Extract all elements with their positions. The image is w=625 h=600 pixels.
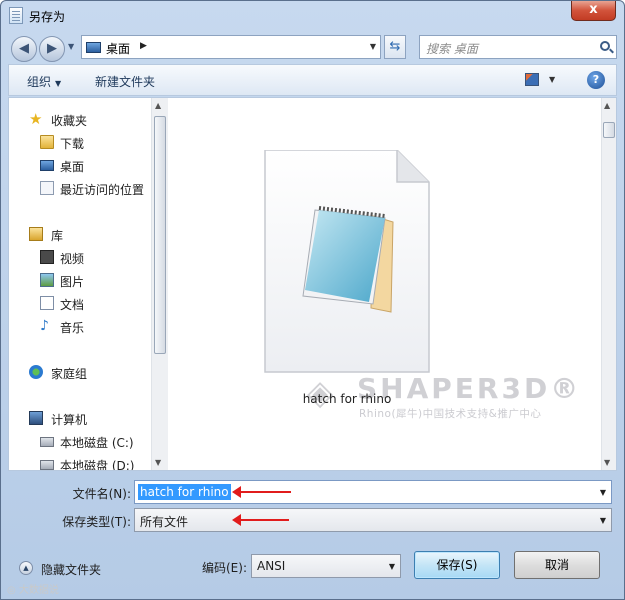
filetype-label: 保存类型(T): <box>62 515 131 529</box>
sidebar-item-videos[interactable]: 视频 <box>9 247 149 267</box>
encoding-value: ANSI <box>257 559 286 573</box>
file-list-scrollbar[interactable]: ▲ ▼ <box>601 98 616 470</box>
file-item[interactable]: ◈ SHAPER3D® Rhino(犀牛)中国技术支持&推广中心 hatch f… <box>257 149 578 420</box>
chevron-down-icon[interactable]: ▼ <box>600 488 606 497</box>
navigation-pane[interactable]: ★ 收藏夹 下载 桌面 最近访问的位置 库 视频 图片 文档 ♪ 音乐 家庭组 … <box>9 98 159 470</box>
computer-icon <box>29 411 43 425</box>
sidebar-item-music[interactable]: ♪ 音乐 <box>9 316 149 336</box>
filename-field[interactable]: hatch for rhino ▼ <box>134 480 612 504</box>
scroll-down-arrow[interactable]: ▼ <box>155 458 161 467</box>
navigation-scrollbar[interactable]: ▲ ▼ <box>151 98 168 470</box>
view-options-dropdown[interactable]: ▼ <box>549 75 555 84</box>
sidebar-item-label: 家庭组 <box>51 367 88 381</box>
sidebar-item-label: 计算机 <box>51 413 88 427</box>
annotation-arrow <box>232 486 291 498</box>
filename-value[interactable]: hatch for rhino <box>138 484 231 500</box>
browser-panes: ★ 收藏夹 下载 桌面 最近访问的位置 库 视频 图片 文档 ♪ 音乐 家庭组 … <box>8 97 617 471</box>
window-title: 另存为 <box>29 10 66 24</box>
recent-places-icon <box>40 181 54 195</box>
annotation-arrow <box>232 514 289 526</box>
sidebar-item-disk-c[interactable]: 本地磁盘 (C:) <box>9 431 149 451</box>
sidebar-item-downloads[interactable]: 下载 <box>9 132 149 152</box>
new-folder-button[interactable]: 新建文件夹 <box>95 73 155 90</box>
sidebar-item-disk-d[interactable]: 本地磁盘 (D:) <box>9 454 149 470</box>
search-icon[interactable] <box>600 41 610 51</box>
sidebar-item-label: 收藏夹 <box>51 114 88 128</box>
save-button[interactable]: 保存(S) <box>414 551 500 579</box>
watermark-credit-text: 大数据说 <box>18 585 59 596</box>
watermark-credit: ◎ 大数据说 <box>7 585 59 596</box>
scroll-thumb[interactable] <box>603 122 615 138</box>
download-folder-icon <box>40 135 54 149</box>
chevron-down-icon: ▼ <box>55 79 62 88</box>
address-location[interactable]: 桌面 <box>106 40 130 57</box>
notepad-icon <box>9 7 23 24</box>
documents-icon <box>40 296 54 310</box>
sidebar-item-homegroup[interactable]: 家庭组 <box>9 362 149 382</box>
help-icon[interactable]: ? <box>587 71 605 89</box>
organize-menu[interactable]: 组织 ▼ <box>27 73 61 90</box>
sidebar-item-pictures[interactable]: 图片 <box>9 270 149 290</box>
chevron-down-icon: ▼ <box>388 562 395 571</box>
disk-icon <box>40 437 54 447</box>
address-dropdown[interactable]: ▼ <box>370 42 376 51</box>
text-file-icon <box>264 149 430 373</box>
desktop-icon <box>86 42 101 53</box>
save-as-dialog: 另存为 x ◀ ▶ ▼ 桌面 ▶ ▼ ⇆ 搜索 桌面 组织 ▼ 新建文件夹 ▼ ?… <box>0 0 625 600</box>
library-icon <box>29 227 43 241</box>
chevron-right-icon[interactable]: ▶ <box>140 41 147 51</box>
homegroup-icon <box>29 365 43 379</box>
music-icon: ♪ <box>40 318 49 334</box>
file-name-label: hatch for rhino <box>302 392 392 406</box>
toolbar: 组织 ▼ 新建文件夹 ▼ ? <box>8 64 617 96</box>
sidebar-item-label: 桌面 <box>60 160 85 174</box>
watermark-subtitle: Rhino(犀牛)中国技术支持&推广中心 <box>359 408 542 420</box>
file-list-pane[interactable]: ◈ SHAPER3D® Rhino(犀牛)中国技术支持&推广中心 hatch f… <box>169 98 601 470</box>
search-placeholder: 搜索 桌面 <box>426 42 478 56</box>
sidebar-item-documents[interactable]: 文档 <box>9 293 149 313</box>
back-button[interactable]: ◀ <box>11 36 37 62</box>
scroll-thumb[interactable] <box>154 116 166 354</box>
change-view-icon[interactable] <box>525 73 539 86</box>
filetype-select[interactable]: 所有文件 ▼ <box>134 508 612 532</box>
filetype-value: 所有文件 <box>140 515 189 529</box>
refresh-button[interactable]: ⇆ <box>384 35 406 59</box>
sidebar-item-label: 本地磁盘 (C:) <box>60 436 134 450</box>
sidebar-item-label: 下载 <box>60 137 85 151</box>
chevron-up-icon: ▲ <box>19 561 33 575</box>
desktop-icon <box>40 160 54 171</box>
filename-label: 文件名(N): <box>72 487 131 501</box>
scroll-up-arrow[interactable]: ▲ <box>155 101 161 110</box>
cancel-button[interactable]: 取消 <box>514 551 600 579</box>
video-icon <box>40 250 54 264</box>
organize-label: 组织 <box>27 75 52 89</box>
sidebar-item-label: 文档 <box>60 298 85 312</box>
encoding-label: 编码(E): <box>202 561 247 575</box>
search-input[interactable]: 搜索 桌面 <box>419 35 617 59</box>
sidebar-item-label: 图片 <box>60 275 85 289</box>
sidebar-item-label: 视频 <box>60 252 85 266</box>
disk-icon <box>40 460 54 470</box>
title-bar[interactable]: 另存为 x <box>1 1 624 31</box>
star-icon: ★ <box>29 110 43 128</box>
chevron-down-icon: ▼ <box>599 516 606 525</box>
scroll-down-arrow[interactable]: ▼ <box>604 458 610 467</box>
sidebar-item-label: 库 <box>51 229 64 243</box>
sidebar-item-libraries[interactable]: 库 <box>9 224 149 244</box>
address-bar[interactable]: 桌面 ▶ ▼ <box>81 35 381 59</box>
sidebar-item-desktop[interactable]: 桌面 <box>9 155 149 175</box>
sidebar-item-recent-places[interactable]: 最近访问的位置 <box>9 178 149 198</box>
recent-locations-dropdown[interactable]: ▼ <box>68 42 74 51</box>
forward-button[interactable]: ▶ <box>39 36 65 62</box>
sidebar-item-label: 最近访问的位置 <box>60 183 145 197</box>
scroll-up-arrow[interactable]: ▲ <box>604 101 610 110</box>
pictures-icon <box>40 273 54 287</box>
hide-folders-label: 隐藏文件夹 <box>41 563 102 577</box>
close-button[interactable]: x <box>571 1 616 21</box>
sidebar-item-computer[interactable]: 计算机 <box>9 408 149 428</box>
sidebar-item-label: 音乐 <box>60 321 85 335</box>
encoding-select[interactable]: ANSI ▼ <box>251 554 401 578</box>
sidebar-item-favorites[interactable]: ★ 收藏夹 <box>9 109 149 129</box>
sidebar-item-label: 本地磁盘 (D:) <box>60 459 135 470</box>
